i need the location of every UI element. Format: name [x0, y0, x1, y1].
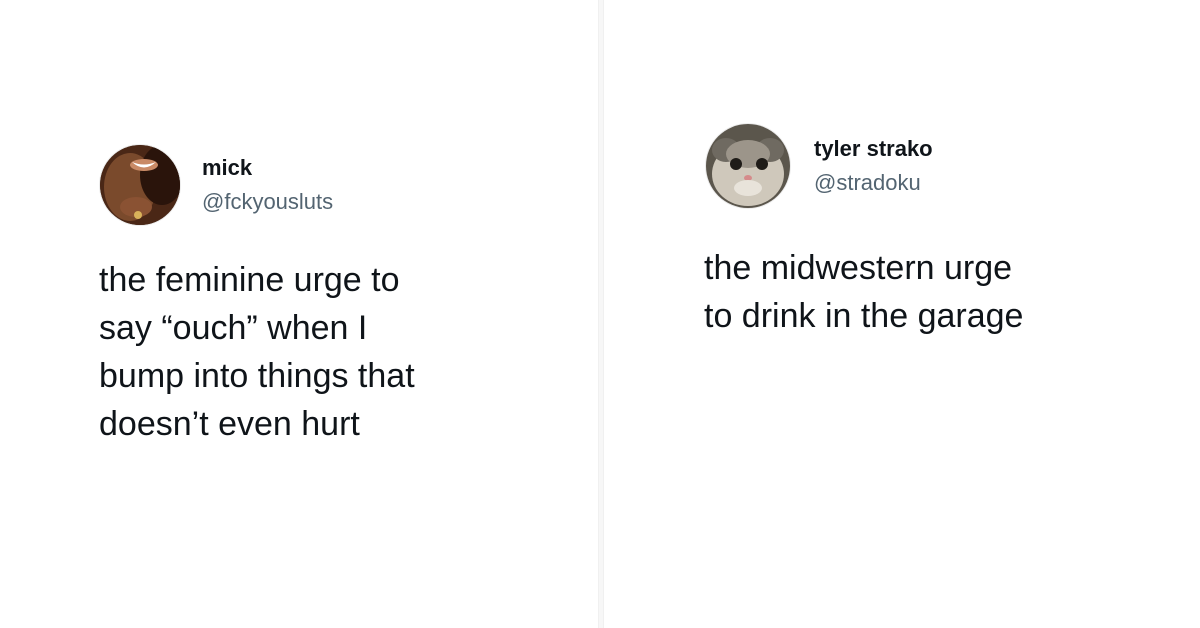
user-handle[interactable]: @stradoku — [814, 170, 933, 196]
tweet-card-2: tyler strako @stradoku the midwestern ur… — [604, 0, 1200, 628]
display-name[interactable]: tyler strako — [814, 136, 933, 162]
tweet-card-1: mick @fckyousluts the feminine urge to s… — [0, 0, 598, 628]
tweet-header: mick @fckyousluts — [100, 145, 333, 225]
person-photo-avatar[interactable] — [100, 145, 180, 225]
tweet-collage: mick @fckyousluts the feminine urge to s… — [0, 0, 1200, 628]
author-info: tyler strako @stradoku — [814, 136, 933, 196]
tweet-header: tyler strako @stradoku — [706, 124, 933, 208]
author-info: mick @fckyousluts — [202, 155, 333, 215]
tweet-text: the midwestern urge to drink in the gara… — [704, 249, 1024, 335]
avatar-image — [706, 124, 790, 208]
tweet-text: the feminine urge to say “ouch” when I b… — [99, 261, 415, 443]
display-name[interactable]: mick — [202, 155, 333, 181]
user-handle[interactable]: @fckyousluts — [202, 189, 333, 215]
cat-photo-avatar[interactable] — [706, 124, 790, 208]
avatar-image — [100, 145, 180, 225]
